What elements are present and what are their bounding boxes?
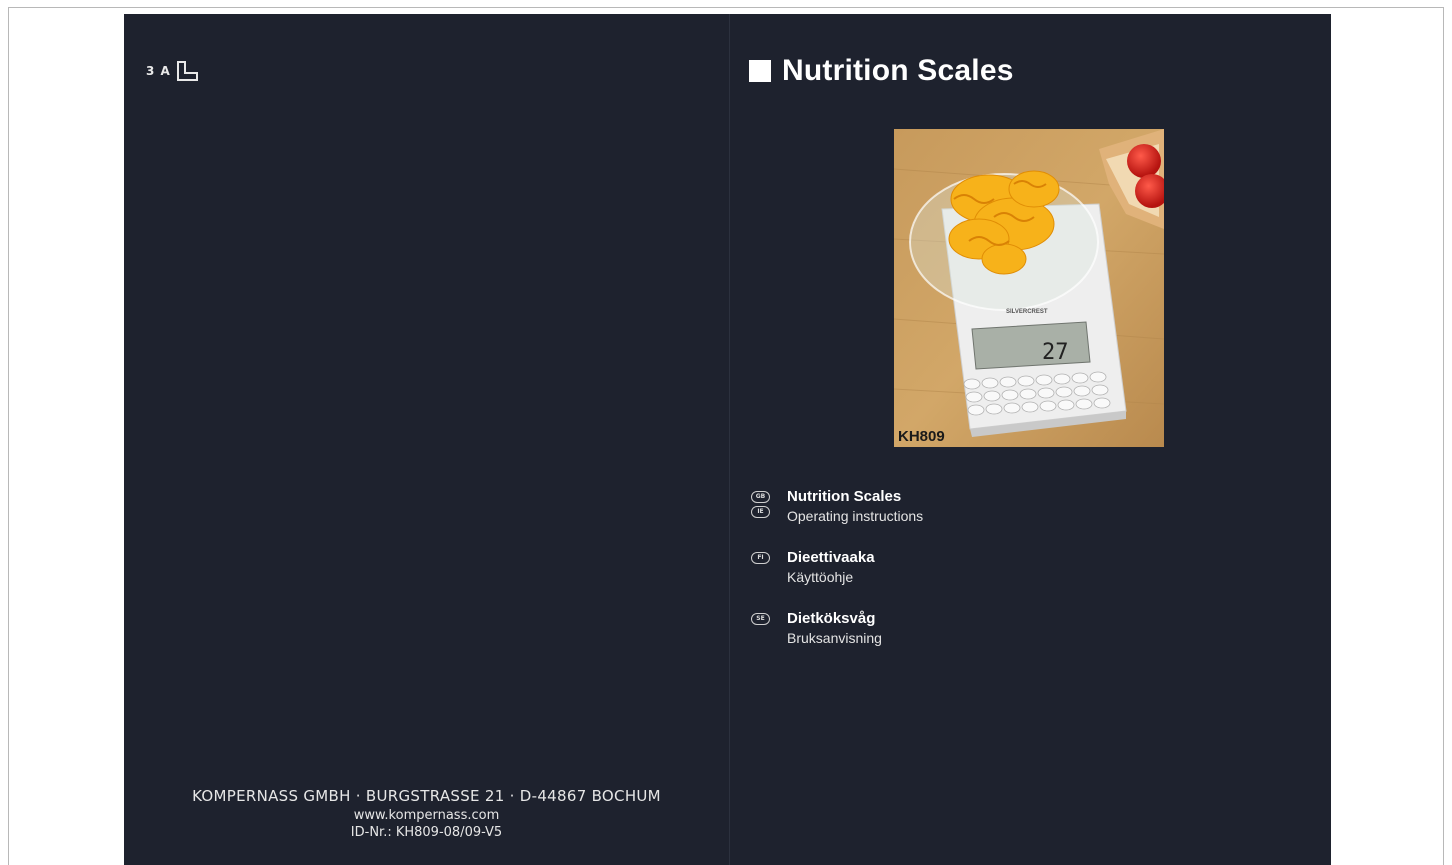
booklet-spread: 3 A KOMPERNASS GMBH · BURGSTRASSE 21 · D…	[124, 14, 1331, 865]
id-number: ID-Nr.: KH809-08/09-V5	[350, 825, 503, 840]
language-code-badge: FI	[751, 552, 770, 564]
language-manual-subtitle: Bruksanvisning	[787, 630, 882, 646]
title-square-icon	[749, 60, 771, 82]
svg-text:SILVERCREST: SILVERCREST	[1006, 309, 1048, 315]
language-entry-fi: FI Dieettivaaka Käyttöohje	[751, 549, 875, 585]
page-title-row: Nutrition Scales	[749, 54, 1014, 88]
language-code-badge: SE	[751, 613, 770, 625]
address-line: KOMPERNASS GMBH · BURGSTRASSE 21 · D-448…	[192, 787, 661, 805]
company-address: KOMPERNASS GMBH · BURGSTRASSE 21 · D-448…	[124, 787, 729, 840]
product-photo: SILVERCREST 27 KH809	[894, 129, 1164, 447]
language-code-badges: SE	[751, 610, 787, 646]
model-label: KH809	[898, 428, 945, 445]
language-entry-se: SE Dietköksvåg Bruksanvisning	[751, 610, 882, 646]
language-code-badges: FI	[751, 549, 787, 585]
fold-mark-text: 3 A	[146, 64, 171, 78]
language-code-badges: GB IE	[751, 488, 787, 524]
language-manual-title: Nutrition Scales	[787, 488, 902, 505]
language-manual-title: Dietköksvåg	[787, 610, 876, 627]
page-title: Nutrition Scales	[782, 54, 1014, 87]
language-manual-subtitle: Operating instructions	[787, 508, 924, 524]
language-manual-title: Dieettivaaka	[787, 549, 875, 566]
page-divider	[729, 14, 730, 865]
language-manual-subtitle: Käyttöohje	[787, 569, 854, 585]
language-code-badge: IE	[751, 506, 770, 518]
language-entry-en: GB IE Nutrition Scales Operating instruc…	[751, 488, 923, 524]
language-code-badge: GB	[751, 491, 770, 503]
display-reading: 27	[1042, 340, 1069, 365]
fold-mark: 3 A	[146, 61, 198, 81]
corner-fold-icon	[176, 61, 198, 81]
website-link[interactable]: www.kompernass.com	[124, 808, 729, 823]
